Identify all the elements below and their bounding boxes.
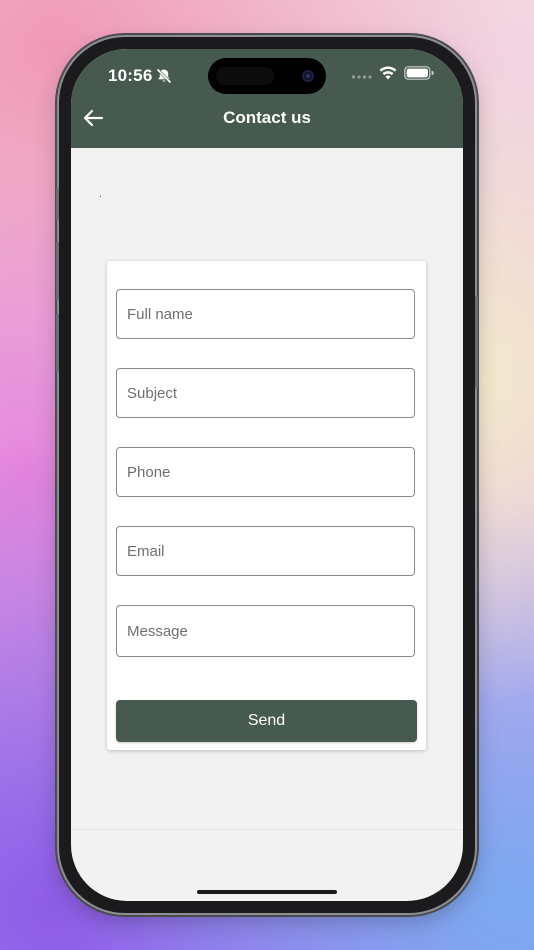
bell-slash-icon [156,68,172,84]
page-title: Contact us [223,108,311,127]
action-button [56,188,59,220]
contact-form-card: Send [107,261,426,750]
message-field [116,605,415,657]
subject-input[interactable] [117,369,414,417]
email-field [116,526,415,576]
app-header: 10:56 Contact us [71,49,463,148]
subject-field [116,368,415,418]
phone-frame: 10:56 Contact us Full name Subject Phone… [59,37,475,913]
send-button[interactable]: Send [116,700,417,742]
screen: 10:56 Contact us Full name Subject Phone… [71,49,463,901]
home-indicator[interactable] [197,890,337,894]
full-name-field [116,289,415,339]
sensor [216,67,274,85]
volume-up-button [56,242,59,300]
decorative-dot [100,196,101,197]
cellular-signal-icon [351,75,372,79]
camera-icon [302,70,314,82]
status-time: 10:56 [108,66,153,85]
divider [71,829,463,830]
power-button [475,296,478,388]
dynamic-island [208,58,326,94]
wifi-icon [379,66,397,80]
volume-down-button [56,314,59,372]
phone-field [116,447,415,497]
battery-icon [404,66,434,80]
phone-input[interactable] [117,448,414,496]
email-input[interactable] [117,527,414,575]
message-input[interactable] [117,606,414,656]
full-name-input[interactable] [117,290,414,338]
